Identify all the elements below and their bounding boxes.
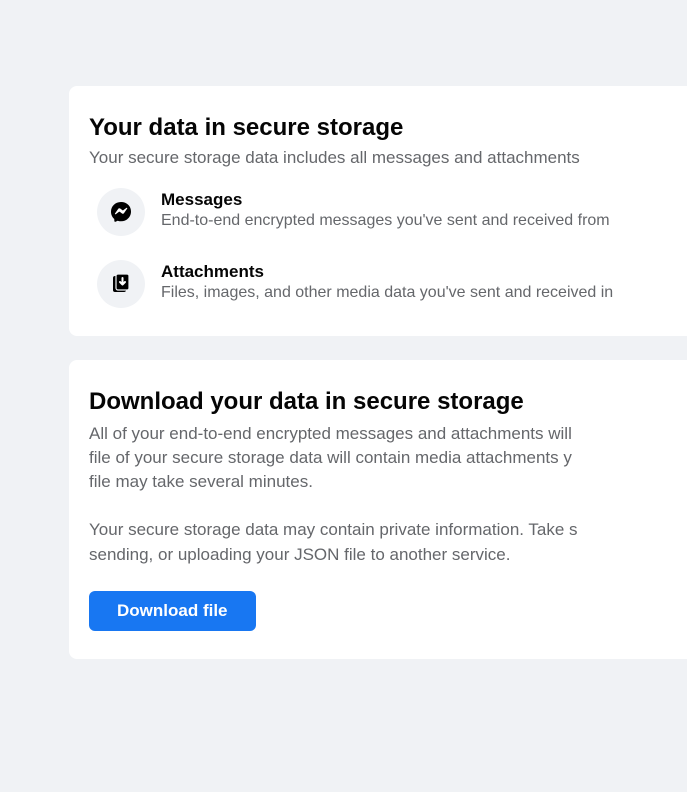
download-title: Download your data in secure storage <box>89 388 687 416</box>
card-subtitle: Your secure storage data includes all me… <box>89 148 687 168</box>
messenger-icon <box>97 188 145 236</box>
card-title: Your data in secure storage <box>89 114 687 142</box>
download-text-line: file may take several minutes. <box>89 472 313 491</box>
download-text-line: sending, or uploading your JSON file to … <box>89 545 510 564</box>
item-title: Attachments <box>161 262 687 282</box>
download-text-line: Your secure storage data may contain pri… <box>89 520 578 539</box>
attachments-icon <box>97 260 145 308</box>
download-card: Download your data in secure storage All… <box>69 360 687 659</box>
item-desc: Files, images, and other media data you'… <box>161 284 687 302</box>
list-item-messages: Messages End-to-end encrypted messages y… <box>89 188 687 236</box>
secure-storage-card: Your data in secure storage Your secure … <box>69 86 687 336</box>
download-text-line: file of your secure storage data will co… <box>89 448 572 467</box>
item-title: Messages <box>161 190 687 210</box>
item-desc: End-to-end encrypted messages you've sen… <box>161 212 687 230</box>
list-item-attachments: Attachments Files, images, and other med… <box>89 260 687 308</box>
download-file-button[interactable]: Download file <box>89 591 256 631</box>
download-text-line: All of your end-to-end encrypted message… <box>89 424 572 443</box>
download-body: All of your end-to-end encrypted message… <box>89 422 687 567</box>
